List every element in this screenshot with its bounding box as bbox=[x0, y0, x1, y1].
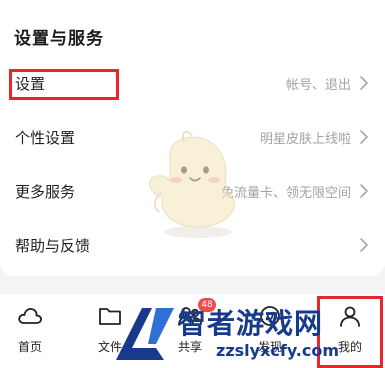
personalization-row-hint: 明星皮肤上线啦 bbox=[259, 132, 351, 147]
profile-highlight-box bbox=[317, 296, 383, 368]
nav-home[interactable]: 首页 bbox=[0, 294, 60, 368]
chevron-right-icon bbox=[360, 184, 368, 198]
nav-home-label: 首页 bbox=[17, 340, 42, 354]
nav-files-label: 文件 bbox=[97, 340, 122, 354]
section-title: 设置与服务 bbox=[14, 29, 104, 49]
settings-services-card: 设置与服务 设置 帐号、退出 个性设置 明星皮肤上线啦 更多服务 免流量卡、领无… bbox=[0, 0, 385, 276]
nav-share-label: 共享 bbox=[177, 340, 202, 354]
chevron-right-icon bbox=[360, 238, 368, 252]
help-feedback-row-label: 帮助与反馈 bbox=[15, 237, 91, 255]
mascot-illustration bbox=[149, 130, 236, 238]
nav-discover[interactable]: 发现 bbox=[240, 294, 300, 368]
more-services-row-label: 更多服务 bbox=[15, 183, 76, 201]
settings-highlight-box bbox=[9, 69, 119, 100]
chevron-right-icon bbox=[360, 130, 368, 144]
personalization-row-label: 个性设置 bbox=[15, 129, 76, 147]
cloud-icon bbox=[18, 308, 42, 324]
discover-icon bbox=[260, 306, 280, 326]
settings-row-hint: 帐号、退出 bbox=[285, 78, 351, 93]
folder-icon bbox=[99, 308, 121, 325]
nav-share[interactable]: 48 共享 bbox=[160, 294, 220, 368]
nav-files[interactable]: 文件 bbox=[80, 294, 140, 368]
chevron-right-icon bbox=[360, 76, 368, 90]
nav-discover-label: 发现 bbox=[257, 340, 282, 354]
share-badge: 48 bbox=[198, 298, 216, 312]
